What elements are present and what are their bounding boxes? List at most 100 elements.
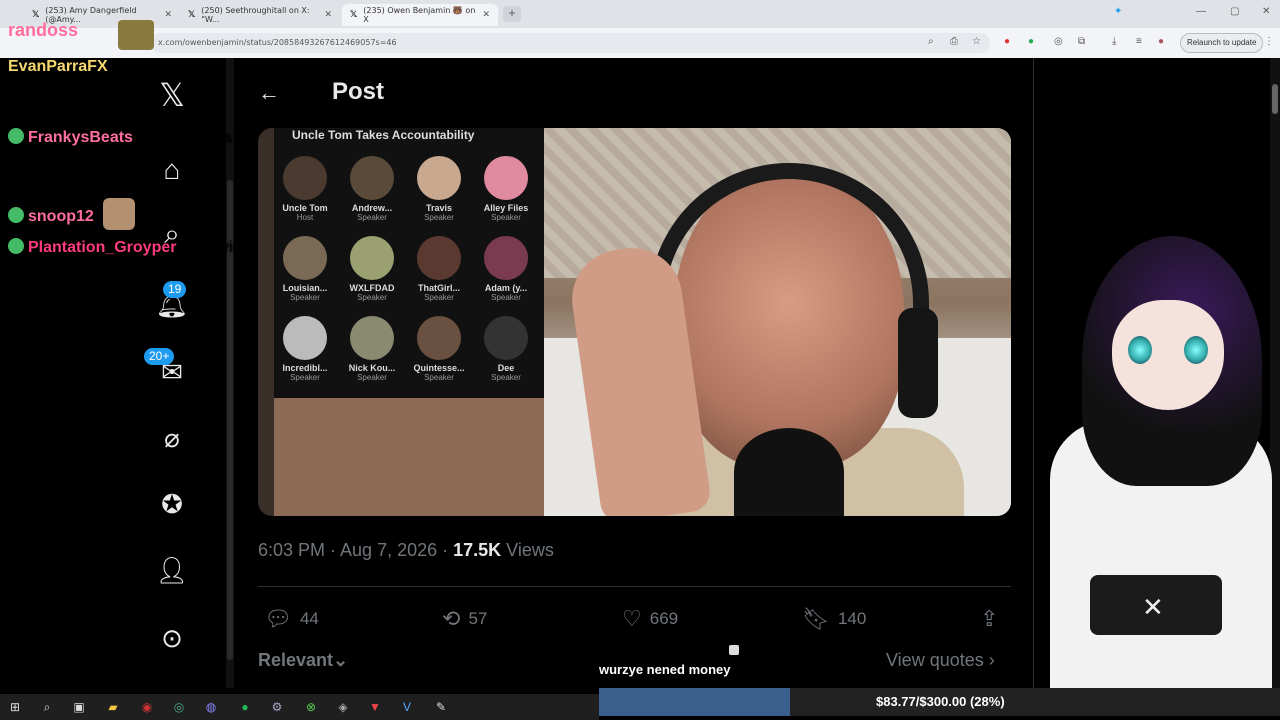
discord-icon[interactable]: ◍ [202, 698, 220, 716]
donation-text: wurzye nened money [599, 662, 731, 677]
close-icon[interactable]: ✕ [164, 10, 172, 20]
grok-icon[interactable]: ⌀ [150, 418, 194, 458]
sub-badge-icon [8, 207, 24, 223]
chat-message: EvanParraFX: Just rambling [8, 58, 212, 75]
speaker-name: WXLFDAD [349, 283, 395, 293]
extension-green-icon[interactable]: ● [1028, 36, 1034, 47]
bookmark-star-icon[interactable]: ☆ [972, 36, 981, 47]
reading-list-icon[interactable]: ≡ [1136, 36, 1142, 47]
bookmark-count: 140 [837, 609, 867, 628]
verified-icon[interactable]: ✪ [150, 484, 194, 524]
url-field[interactable]: x.com/owenbenjamin/status/20858493267612… [150, 33, 990, 53]
right-scrollbar-thumb[interactable] [1272, 84, 1278, 114]
install-icon[interactable]: ⎙ [950, 36, 958, 47]
bookmark-button[interactable]: 🔖︎ 140 [802, 606, 866, 632]
profile-icon[interactable]: 👤︎ [150, 550, 194, 590]
vtuber-eye-right [1184, 336, 1208, 364]
speaker-tile[interactable]: Dee Speaker [475, 316, 537, 382]
download-icon[interactable]: ⤓ [1112, 36, 1116, 47]
spaces-panel: Uncle Tom Takes Accountability Uncle Tom… [274, 128, 544, 398]
close-window-icon[interactable]: ✕ [1262, 6, 1270, 17]
views-label: Views [501, 540, 554, 560]
speaker-avatar [417, 236, 461, 280]
spotify-icon[interactable]: ● [236, 698, 254, 716]
home-icon[interactable]: ⌂ [150, 150, 194, 190]
post-video[interactable]: Uncle Tom Takes Accountability Uncle Tom… [258, 128, 1011, 516]
maximize-icon[interactable]: ▢ [1230, 6, 1239, 17]
windows-start-icon[interactable]: ⊞ [6, 698, 24, 716]
speaker-tile[interactable]: Incredibl... Speaker [274, 316, 336, 382]
close-icon[interactable]: ✕ [482, 10, 490, 20]
emote-icon [102, 198, 135, 230]
menu-kebab-icon[interactable]: ⋮ [1264, 36, 1274, 47]
search-icon[interactable]: ⌕ [38, 698, 56, 716]
speaker-tile[interactable]: ThatGirl... Speaker [408, 236, 470, 302]
extension-icon[interactable]: ◎ [1054, 36, 1063, 47]
speaker-tile[interactable]: Louisian... Speaker [274, 236, 336, 302]
speaker-name: Alley Files [483, 203, 529, 213]
speaker-name: ThatGirl... [417, 283, 460, 293]
speaker-name: Andrew... [351, 203, 393, 213]
browser-tab-2[interactable]: 𝕏 (250) Seethroughitall on X: "W... ✕ [180, 4, 340, 26]
speaker-role: Speaker [357, 293, 387, 302]
more-icon[interactable]: ⊙ [150, 618, 194, 658]
app-icon[interactable]: ✎ [432, 698, 450, 716]
brave-icon[interactable]: ▼ [366, 698, 384, 716]
chat-message: Plantation_Groyper: annoying [8, 238, 250, 257]
speaker-tile[interactable]: Travis Speaker [408, 156, 470, 222]
vtube-studio-icon[interactable]: V [398, 698, 416, 716]
speaker-tile[interactable]: Quintesse... Speaker [408, 316, 470, 382]
new-tab-button[interactable]: + [503, 6, 521, 22]
reply-button[interactable]: 💬︎ 44 [264, 606, 319, 632]
minimize-icon[interactable]: — [1196, 6, 1206, 17]
task-view-icon[interactable]: ▣ [70, 698, 88, 716]
speaker-role: Speaker [357, 213, 387, 222]
back-arrow-icon[interactable]: ← [258, 80, 280, 106]
speaker-avatar [350, 316, 394, 360]
close-icon[interactable]: ✕ [324, 10, 332, 20]
x-home-logo-icon[interactable]: 𝕏 [150, 75, 194, 115]
spaces-title: Uncle Tom Takes Accountability [292, 128, 475, 142]
speaker-role: Speaker [290, 293, 320, 302]
speaker-avatar [417, 316, 461, 360]
chat-text: groyperboria [141, 129, 232, 146]
chat-text: Just rambling [116, 58, 212, 75]
bookmark-icon: 🔖︎ [802, 606, 830, 631]
chat-message-cont: nothingness [8, 90, 95, 107]
speaker-tile[interactable]: Adam (y... Speaker [475, 236, 537, 302]
chat-username: FrankysBeats [28, 129, 133, 146]
file-explorer-icon[interactable]: ▰ [104, 698, 122, 716]
chat-message: FrankysBeats: groyperboria [8, 128, 232, 147]
chat-username: snoop12 [28, 208, 94, 225]
steam-icon[interactable]: ⚙ [268, 698, 286, 716]
speaker-name: Dee [497, 363, 515, 373]
obs-icon[interactable]: ◉ [138, 698, 156, 716]
adblock-icon[interactable]: ● [1004, 36, 1010, 47]
corset-lace-icon: ✕ [1142, 592, 1164, 622]
chrome-icon[interactable]: ◎ [170, 698, 188, 716]
speaker-tile[interactable]: Nick Kou... Speaker [341, 316, 403, 382]
sparkle-icon[interactable]: ✦ [1114, 6, 1122, 17]
speaker-tile[interactable]: Alley Files Speaker [475, 156, 537, 222]
tab-title: (235) Owen Benjamin 🐻 on X [363, 6, 476, 24]
zoom-icon[interactable]: ⌕ [928, 36, 934, 47]
puzzle-icon[interactable]: ⧉ [1078, 36, 1085, 47]
speaker-role: Speaker [424, 213, 454, 222]
sort-dropdown[interactable]: Relevant⌄ [258, 650, 348, 671]
profile-avatar-icon[interactable]: ● [1158, 36, 1164, 47]
relaunch-button[interactable]: Relaunch to update [1180, 33, 1264, 53]
browser-tab-3[interactable]: 𝕏 (235) Owen Benjamin 🐻 on X ✕ [342, 4, 498, 26]
windows-taskbar [0, 694, 599, 720]
speaker-tile[interactable]: Andrew... Speaker [341, 156, 403, 222]
view-quotes-link[interactable]: View quotes › [886, 650, 995, 671]
speaker-tile[interactable]: Uncle Tom Host [274, 156, 336, 222]
repost-button[interactable]: ⟲ 57 [442, 606, 487, 632]
app-icon[interactable]: ◈ [334, 698, 352, 716]
speaker-avatar [417, 156, 461, 200]
share-button[interactable]: ⇪ [980, 606, 998, 632]
chat-text: annoying [185, 239, 251, 256]
xbox-icon[interactable]: ⊗ [302, 698, 320, 716]
like-button[interactable]: ♡ 669 [622, 606, 678, 632]
chat-username: EvanParraFX [8, 58, 108, 75]
speaker-tile[interactable]: WXLFDAD Speaker [341, 236, 403, 302]
